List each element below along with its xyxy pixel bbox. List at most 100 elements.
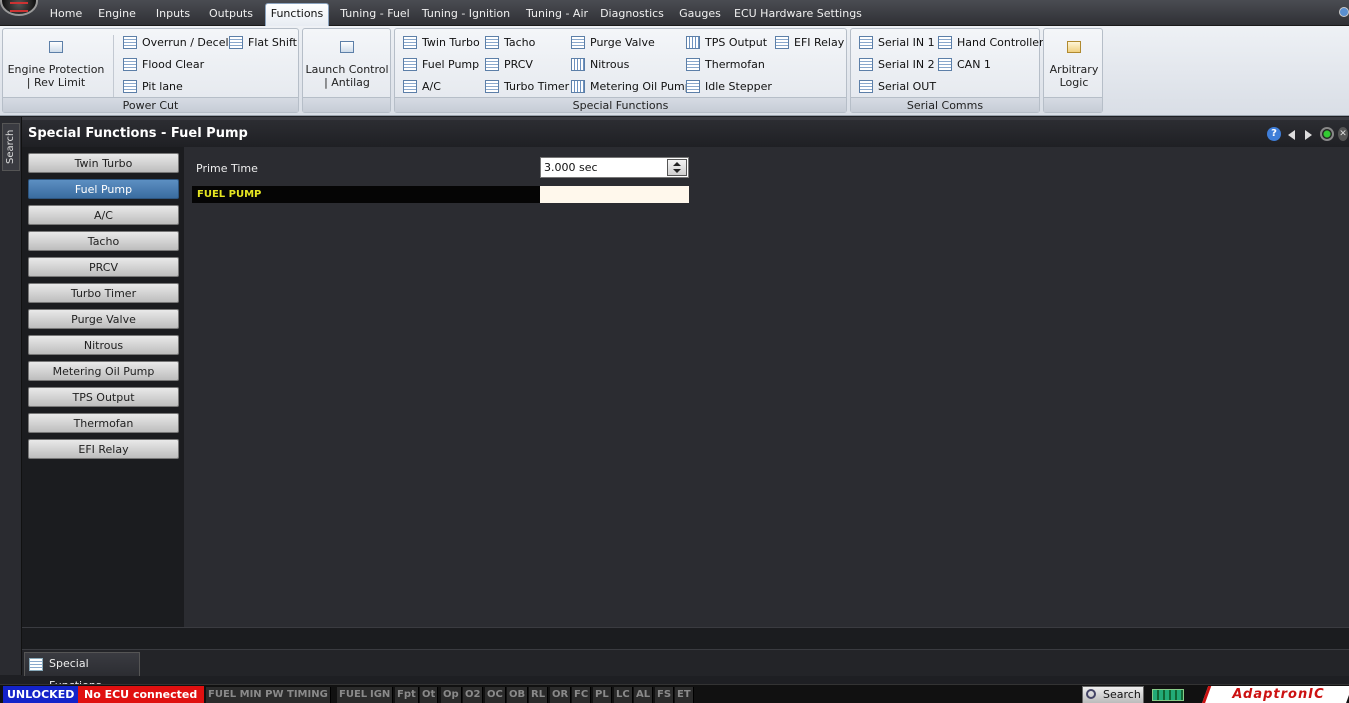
- can-1-button[interactable]: CAN 1: [938, 56, 991, 74]
- table-icon: [29, 658, 43, 671]
- prime-time-value: 3.000 sec: [544, 161, 598, 174]
- flag-et: ET: [675, 687, 694, 703]
- flag-ign: IGN: [368, 687, 394, 703]
- menu-diagnostics[interactable]: Diagnostics: [598, 4, 666, 26]
- ribbon-fuel-pump-label: Fuel Pump: [422, 58, 480, 71]
- overrun-decel-button[interactable]: Overrun / Decel: [123, 34, 229, 52]
- ribbon-group-special-functions: Twin Turbo Fuel Pump A/C Tacho PRCV Turb…: [394, 28, 847, 113]
- flood-clear-button[interactable]: Flood Clear: [123, 56, 204, 74]
- sidebar-item-efi-relay[interactable]: EFI Relay: [28, 439, 179, 459]
- launch-control-label: Launch Control | Antilag: [305, 63, 389, 89]
- left-rail: Search: [0, 117, 22, 675]
- ribbon-fuel-pump-button[interactable]: Fuel Pump: [403, 56, 479, 74]
- group-label-launch-control: [303, 97, 390, 112]
- back-arrow-icon[interactable]: [1288, 130, 1295, 140]
- forward-arrow-icon[interactable]: [1305, 130, 1312, 140]
- arbitrary-logic-button[interactable]: Arbitrary Logic: [1046, 33, 1102, 97]
- group-label-power-cut: Power Cut: [3, 97, 298, 112]
- serial-out-button[interactable]: Serial OUT: [859, 78, 936, 96]
- overrun-decel-label: Overrun / Decel: [142, 36, 229, 49]
- menu-outputs[interactable]: Outputs: [204, 4, 258, 26]
- page-title: Special Functions - Fuel Pump: [28, 126, 248, 141]
- sidebar-item-twin-turbo[interactable]: Twin Turbo: [28, 153, 179, 173]
- table-icon: [571, 36, 585, 49]
- ribbon-thermofan-button[interactable]: Thermofan: [686, 56, 765, 74]
- ribbon-purge-valve-button[interactable]: Purge Valve: [571, 34, 655, 52]
- help-icon[interactable]: ?: [1267, 127, 1281, 141]
- menu-bar: Home Engine Inputs Outputs Functions Tun…: [0, 0, 1349, 27]
- arbitrary-logic-label: Arbitrary Logic: [1049, 63, 1099, 89]
- serial-in-2-label: Serial IN 2: [878, 58, 935, 71]
- pit-lane-button[interactable]: Pit lane: [123, 78, 183, 96]
- flag-lc: LC: [614, 687, 633, 703]
- gauge-icon[interactable]: [1320, 127, 1334, 141]
- pit-lane-label: Pit lane: [142, 80, 183, 93]
- ribbon-thermofan-label: Thermofan: [705, 58, 765, 71]
- menu-tuning-air[interactable]: Tuning - Air: [522, 4, 592, 26]
- ribbon-prcv-button[interactable]: PRCV: [485, 56, 533, 74]
- ribbon-efi-relay-button[interactable]: EFI Relay: [775, 34, 844, 52]
- brand-logo-text: AdaptronIC: [1232, 687, 1325, 702]
- sidebar-item-thermofan[interactable]: Thermofan: [28, 413, 179, 433]
- ribbon-nitrous-label: Nitrous: [590, 58, 630, 71]
- hand-controller-label: Hand Controller: [957, 36, 1044, 49]
- menu-tuning-ignition[interactable]: Tuning - Ignition: [420, 4, 512, 26]
- ribbon-efi-relay-label: EFI Relay: [794, 36, 845, 49]
- menu-gauges[interactable]: Gauges: [676, 4, 724, 26]
- menu-engine[interactable]: Engine: [94, 4, 140, 26]
- ribbon-ac-button[interactable]: A/C: [403, 78, 441, 96]
- menu-inputs[interactable]: Inputs: [150, 4, 196, 26]
- menu-tuning-fuel[interactable]: Tuning - Fuel: [336, 4, 414, 26]
- sidebar-item-metering-oil-pump[interactable]: Metering Oil Pump: [28, 361, 179, 381]
- group-label-special-functions: Special Functions: [395, 97, 846, 112]
- menu-functions[interactable]: Functions: [265, 3, 329, 27]
- sidebar-item-nitrous[interactable]: Nitrous: [28, 335, 179, 355]
- sidebar-item-tps-output[interactable]: TPS Output: [28, 387, 179, 407]
- flag-oc: OC: [485, 687, 506, 703]
- ribbon-turbo-timer-button[interactable]: Turbo Timer: [485, 78, 569, 96]
- table-icon: [485, 80, 499, 93]
- ribbon-tps-output-button[interactable]: TPS Output: [686, 34, 767, 52]
- launch-control-button[interactable]: Launch Control | Antilag: [305, 33, 389, 97]
- brand-logo: AdaptronIC: [1201, 686, 1349, 703]
- sidebar-item-turbo-timer[interactable]: Turbo Timer: [28, 283, 179, 303]
- ribbon-nitrous-button[interactable]: Nitrous: [571, 56, 629, 74]
- sidebar-item-ac[interactable]: A/C: [28, 205, 179, 225]
- flat-shift-button[interactable]: Flat Shift: [229, 34, 297, 52]
- ribbon-idle-stepper-button[interactable]: Idle Stepper: [686, 78, 772, 96]
- can-1-label: CAN 1: [957, 58, 991, 71]
- sidebar-item-tacho[interactable]: Tacho: [28, 231, 179, 251]
- serial-in-2-button[interactable]: Serial IN 2: [859, 56, 935, 74]
- sidebar-item-fuel-pump[interactable]: Fuel Pump: [28, 179, 179, 199]
- search-side-tab[interactable]: Search: [2, 123, 20, 171]
- engine-protection-button[interactable]: Engine Protection | Rev Limit: [6, 33, 106, 97]
- serial-in-1-button[interactable]: Serial IN 1: [859, 34, 935, 52]
- ribbon-twin-turbo-button[interactable]: Twin Turbo: [403, 34, 480, 52]
- menu-home[interactable]: Home: [44, 4, 88, 26]
- page-titlebar: Special Functions - Fuel Pump ? ✕: [22, 117, 1349, 147]
- table-icon: [340, 41, 354, 53]
- status-search-button[interactable]: Search: [1082, 686, 1144, 703]
- app-menu-orb-icon[interactable]: [0, 0, 38, 16]
- menu-ecu-hardware-settings[interactable]: ECU Hardware Settings: [734, 4, 862, 26]
- prime-time-input[interactable]: 3.000 sec: [540, 157, 689, 178]
- ribbon-ac-label: A/C: [422, 80, 441, 93]
- table-icon: [485, 36, 499, 49]
- flag-ot: Ot: [420, 687, 439, 703]
- hand-controller-button[interactable]: Hand Controller: [938, 34, 1044, 52]
- status-dot-icon: [1339, 7, 1349, 17]
- ribbon-metering-oil-pump-button[interactable]: Metering Oil Pump: [571, 78, 692, 96]
- ribbon: Engine Protection | Rev Limit Overrun / …: [0, 26, 1349, 116]
- tab-special-functions[interactable]: Special Functions: [24, 652, 140, 692]
- table-icon: [938, 36, 952, 49]
- engine-protection-label: Engine Protection | Rev Limit: [7, 63, 105, 89]
- flag-timing: TIMING: [285, 687, 331, 703]
- close-icon[interactable]: ✕: [1338, 127, 1348, 141]
- ribbon-tacho-button[interactable]: Tacho: [485, 34, 535, 52]
- sidebar-item-prcv[interactable]: PRCV: [28, 257, 179, 277]
- sidebar-item-purge-valve[interactable]: Purge Valve: [28, 309, 179, 329]
- table-icon: [229, 36, 243, 49]
- table-icon: [686, 80, 700, 93]
- spinner-arrows-icon[interactable]: [667, 159, 687, 176]
- group-label-arbitrary-logic: [1044, 97, 1102, 112]
